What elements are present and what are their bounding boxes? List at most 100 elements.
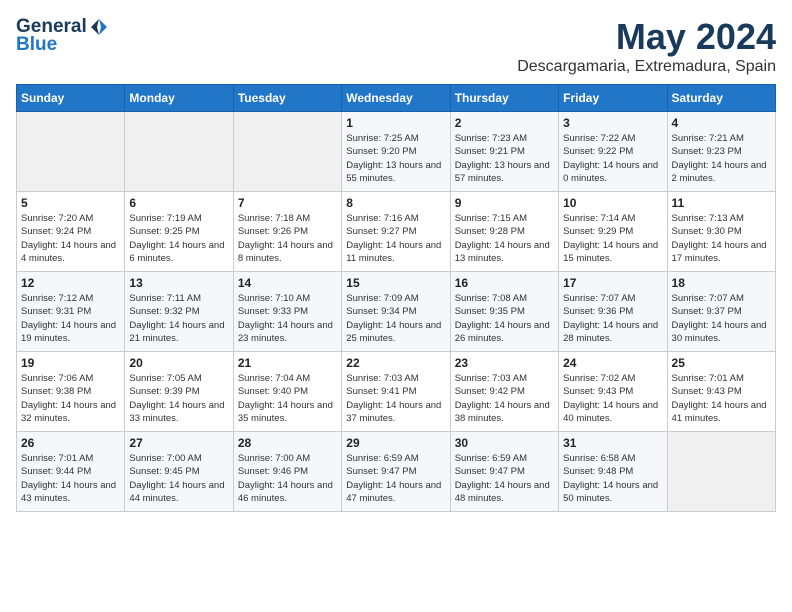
day-number: 2 — [455, 116, 554, 130]
table-row: 30 Sunrise: 6:59 AMSunset: 9:47 PMDaylig… — [450, 432, 558, 512]
day-number: 18 — [672, 276, 771, 290]
table-row: 31 Sunrise: 6:58 AMSunset: 9:48 PMDaylig… — [559, 432, 667, 512]
table-row — [233, 112, 341, 192]
day-number: 17 — [563, 276, 662, 290]
day-info: Sunrise: 7:01 AMSunset: 9:44 PMDaylight:… — [21, 452, 120, 505]
day-info: Sunrise: 7:13 AMSunset: 9:30 PMDaylight:… — [672, 212, 771, 265]
day-number: 11 — [672, 196, 771, 210]
header-friday: Friday — [559, 85, 667, 112]
day-info: Sunrise: 7:07 AMSunset: 9:37 PMDaylight:… — [672, 292, 771, 345]
table-row: 25 Sunrise: 7:01 AMSunset: 9:43 PMDaylig… — [667, 352, 775, 432]
header-wednesday: Wednesday — [342, 85, 450, 112]
table-row: 12 Sunrise: 7:12 AMSunset: 9:31 PMDaylig… — [17, 272, 125, 352]
table-row: 2 Sunrise: 7:23 AMSunset: 9:21 PMDayligh… — [450, 112, 558, 192]
table-row: 16 Sunrise: 7:08 AMSunset: 9:35 PMDaylig… — [450, 272, 558, 352]
table-row — [667, 432, 775, 512]
table-row: 3 Sunrise: 7:22 AMSunset: 9:22 PMDayligh… — [559, 112, 667, 192]
logo: General Blue — [16, 16, 109, 56]
day-info: Sunrise: 7:03 AMSunset: 9:42 PMDaylight:… — [455, 372, 554, 425]
logo-blue: Blue — [16, 34, 57, 56]
day-info: Sunrise: 7:15 AMSunset: 9:28 PMDaylight:… — [455, 212, 554, 265]
table-row: 14 Sunrise: 7:10 AMSunset: 9:33 PMDaylig… — [233, 272, 341, 352]
day-info: Sunrise: 7:19 AMSunset: 9:25 PMDaylight:… — [129, 212, 228, 265]
day-info: Sunrise: 7:25 AMSunset: 9:20 PMDaylight:… — [346, 132, 445, 185]
table-row: 18 Sunrise: 7:07 AMSunset: 9:37 PMDaylig… — [667, 272, 775, 352]
calendar-week-row: 19 Sunrise: 7:06 AMSunset: 9:38 PMDaylig… — [17, 352, 776, 432]
table-row: 7 Sunrise: 7:18 AMSunset: 9:26 PMDayligh… — [233, 192, 341, 272]
day-number: 20 — [129, 356, 228, 370]
day-number: 29 — [346, 436, 445, 450]
day-number: 15 — [346, 276, 445, 290]
table-row: 17 Sunrise: 7:07 AMSunset: 9:36 PMDaylig… — [559, 272, 667, 352]
table-row: 22 Sunrise: 7:03 AMSunset: 9:41 PMDaylig… — [342, 352, 450, 432]
table-row: 8 Sunrise: 7:16 AMSunset: 9:27 PMDayligh… — [342, 192, 450, 272]
day-number: 21 — [238, 356, 337, 370]
day-number: 13 — [129, 276, 228, 290]
table-row: 11 Sunrise: 7:13 AMSunset: 9:30 PMDaylig… — [667, 192, 775, 272]
day-info: Sunrise: 7:07 AMSunset: 9:36 PMDaylight:… — [563, 292, 662, 345]
day-number: 1 — [346, 116, 445, 130]
day-number: 31 — [563, 436, 662, 450]
day-info: Sunrise: 7:01 AMSunset: 9:43 PMDaylight:… — [672, 372, 771, 425]
day-number: 6 — [129, 196, 228, 210]
day-info: Sunrise: 6:59 AMSunset: 9:47 PMDaylight:… — [346, 452, 445, 505]
table-row: 29 Sunrise: 6:59 AMSunset: 9:47 PMDaylig… — [342, 432, 450, 512]
weekday-header-row: Sunday Monday Tuesday Wednesday Thursday… — [17, 85, 776, 112]
day-number: 30 — [455, 436, 554, 450]
table-row: 9 Sunrise: 7:15 AMSunset: 9:28 PMDayligh… — [450, 192, 558, 272]
day-info: Sunrise: 7:22 AMSunset: 9:22 PMDaylight:… — [563, 132, 662, 185]
day-number: 7 — [238, 196, 337, 210]
day-info: Sunrise: 7:23 AMSunset: 9:21 PMDaylight:… — [455, 132, 554, 185]
day-info: Sunrise: 7:18 AMSunset: 9:26 PMDaylight:… — [238, 212, 337, 265]
day-info: Sunrise: 7:04 AMSunset: 9:40 PMDaylight:… — [238, 372, 337, 425]
table-row: 10 Sunrise: 7:14 AMSunset: 9:29 PMDaylig… — [559, 192, 667, 272]
table-row: 26 Sunrise: 7:01 AMSunset: 9:44 PMDaylig… — [17, 432, 125, 512]
table-row: 28 Sunrise: 7:00 AMSunset: 9:46 PMDaylig… — [233, 432, 341, 512]
header-saturday: Saturday — [667, 85, 775, 112]
header-sunday: Sunday — [17, 85, 125, 112]
day-info: Sunrise: 7:20 AMSunset: 9:24 PMDaylight:… — [21, 212, 120, 265]
day-number: 26 — [21, 436, 120, 450]
table-row: 4 Sunrise: 7:21 AMSunset: 9:23 PMDayligh… — [667, 112, 775, 192]
table-row: 13 Sunrise: 7:11 AMSunset: 9:32 PMDaylig… — [125, 272, 233, 352]
calendar-week-row: 26 Sunrise: 7:01 AMSunset: 9:44 PMDaylig… — [17, 432, 776, 512]
table-row: 27 Sunrise: 7:00 AMSunset: 9:45 PMDaylig… — [125, 432, 233, 512]
day-number: 10 — [563, 196, 662, 210]
day-number: 4 — [672, 116, 771, 130]
header-monday: Monday — [125, 85, 233, 112]
day-info: Sunrise: 7:00 AMSunset: 9:45 PMDaylight:… — [129, 452, 228, 505]
day-info: Sunrise: 7:05 AMSunset: 9:39 PMDaylight:… — [129, 372, 228, 425]
month-title: May 2024 — [517, 16, 776, 58]
day-number: 9 — [455, 196, 554, 210]
logo-icon — [89, 17, 109, 37]
day-info: Sunrise: 7:06 AMSunset: 9:38 PMDaylight:… — [21, 372, 120, 425]
table-row: 24 Sunrise: 7:02 AMSunset: 9:43 PMDaylig… — [559, 352, 667, 432]
calendar-week-row: 5 Sunrise: 7:20 AMSunset: 9:24 PMDayligh… — [17, 192, 776, 272]
day-number: 5 — [21, 196, 120, 210]
day-info: Sunrise: 7:02 AMSunset: 9:43 PMDaylight:… — [563, 372, 662, 425]
location-title: Descargamaria, Extremadura, Spain — [517, 58, 776, 76]
day-number: 25 — [672, 356, 771, 370]
header-tuesday: Tuesday — [233, 85, 341, 112]
calendar-week-row: 12 Sunrise: 7:12 AMSunset: 9:31 PMDaylig… — [17, 272, 776, 352]
day-info: Sunrise: 7:16 AMSunset: 9:27 PMDaylight:… — [346, 212, 445, 265]
title-section: May 2024 Descargamaria, Extremadura, Spa… — [517, 16, 776, 76]
header-thursday: Thursday — [450, 85, 558, 112]
day-info: Sunrise: 7:00 AMSunset: 9:46 PMDaylight:… — [238, 452, 337, 505]
day-number: 14 — [238, 276, 337, 290]
table-row — [125, 112, 233, 192]
table-row — [17, 112, 125, 192]
day-info: Sunrise: 7:10 AMSunset: 9:33 PMDaylight:… — [238, 292, 337, 345]
day-info: Sunrise: 7:03 AMSunset: 9:41 PMDaylight:… — [346, 372, 445, 425]
day-number: 8 — [346, 196, 445, 210]
day-info: Sunrise: 7:12 AMSunset: 9:31 PMDaylight:… — [21, 292, 120, 345]
day-number: 28 — [238, 436, 337, 450]
day-info: Sunrise: 7:21 AMSunset: 9:23 PMDaylight:… — [672, 132, 771, 185]
day-number: 12 — [21, 276, 120, 290]
page-header: General Blue May 2024 Descargamaria, Ext… — [16, 16, 776, 76]
day-info: Sunrise: 6:58 AMSunset: 9:48 PMDaylight:… — [563, 452, 662, 505]
day-info: Sunrise: 7:08 AMSunset: 9:35 PMDaylight:… — [455, 292, 554, 345]
calendar-table: Sunday Monday Tuesday Wednesday Thursday… — [16, 84, 776, 512]
table-row: 23 Sunrise: 7:03 AMSunset: 9:42 PMDaylig… — [450, 352, 558, 432]
table-row: 21 Sunrise: 7:04 AMSunset: 9:40 PMDaylig… — [233, 352, 341, 432]
